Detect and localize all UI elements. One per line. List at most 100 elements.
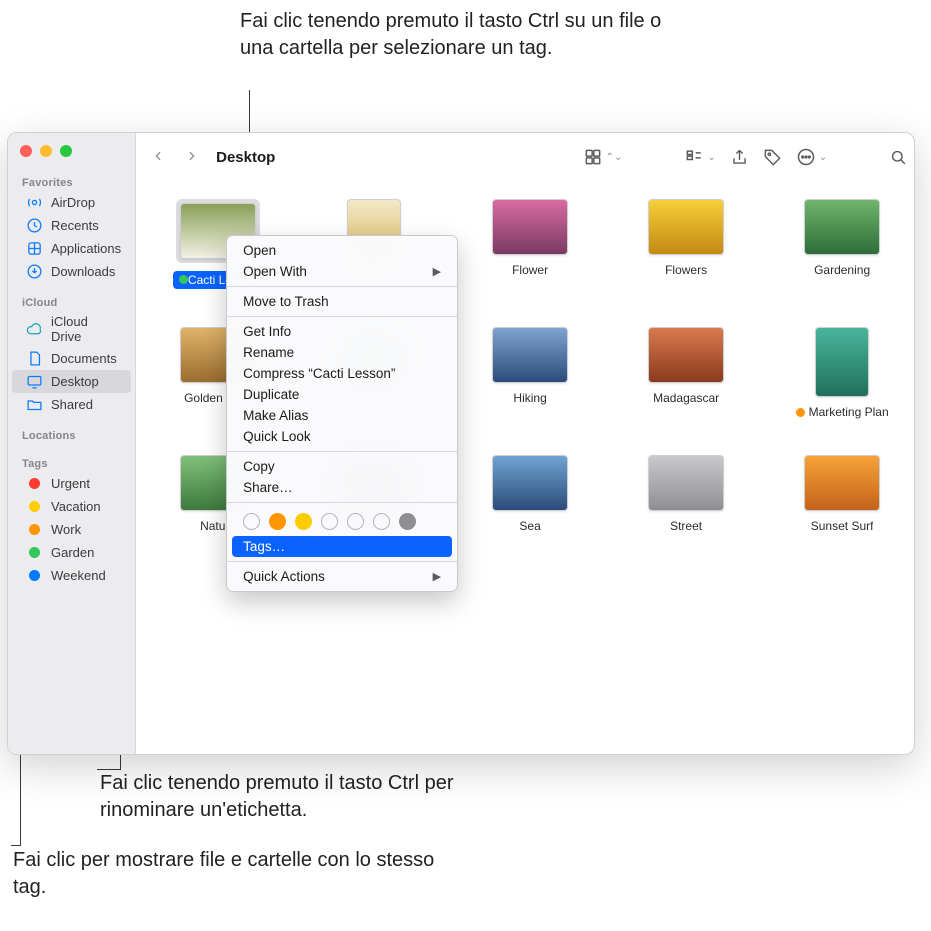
ctx-quick-look[interactable]: Quick Look <box>227 426 457 447</box>
ctx-quick-actions[interactable]: Quick Actions▶ <box>227 566 457 587</box>
finder-window: Favorites AirDrop Recents Applications D… <box>7 132 915 755</box>
grid-view-icon <box>583 147 603 167</box>
ctx-tag-color[interactable] <box>243 513 260 530</box>
zoom-button[interactable] <box>60 145 72 157</box>
tag-dot-icon <box>26 475 43 492</box>
sidebar-item-downloads[interactable]: Downloads <box>12 260 131 283</box>
view-mode-button[interactable]: ⌃⌄ <box>583 147 623 167</box>
ctx-tag-color[interactable] <box>269 513 286 530</box>
separator <box>227 316 457 317</box>
chevron-down-icon: ⌄ <box>707 152 715 163</box>
sidebar: Favorites AirDrop Recents Applications D… <box>8 133 136 754</box>
sidebar-item-label: Garden <box>51 545 94 560</box>
sidebar-tag-garden[interactable]: Garden <box>12 541 131 564</box>
file-thumbnail <box>492 199 568 255</box>
shared-folder-icon <box>26 396 43 413</box>
ellipsis-circle-icon <box>796 147 816 167</box>
minimize-button[interactable] <box>40 145 52 157</box>
file-item[interactable]: Madagascar <box>626 327 746 419</box>
action-menu-button[interactable]: ⌄ <box>796 147 827 167</box>
sidebar-item-desktop[interactable]: Desktop <box>12 370 131 393</box>
forward-button[interactable] <box>185 147 198 168</box>
file-thumbnail <box>804 199 880 255</box>
group-by-button[interactable]: ⌄ <box>684 147 715 167</box>
chevron-updown-icon: ⌃⌄ <box>606 152 623 163</box>
sidebar-item-label: Weekend <box>51 568 106 583</box>
ctx-tag-color[interactable] <box>399 513 416 530</box>
sidebar-item-airdrop[interactable]: AirDrop <box>12 191 131 214</box>
sidebar-item-applications[interactable]: Applications <box>12 237 131 260</box>
ctx-duplicate[interactable]: Duplicate <box>227 384 457 405</box>
sidebar-item-icloud-drive[interactable]: iCloud Drive <box>12 311 131 347</box>
sidebar-item-recents[interactable]: Recents <box>12 214 131 237</box>
ctx-share[interactable]: Share… <box>227 477 457 498</box>
sidebar-tag-urgent[interactable]: Urgent <box>12 472 131 495</box>
ctx-compress[interactable]: Compress “Cacti Lesson” <box>227 363 457 384</box>
tags-button[interactable] <box>763 148 782 167</box>
content-area: Cacti Lesson District Flower Flowers Gar… <box>136 181 915 754</box>
sidebar-item-shared[interactable]: Shared <box>12 393 131 416</box>
callout-line <box>11 845 21 846</box>
download-icon <box>26 263 43 280</box>
file-item[interactable]: Flowers <box>626 199 746 291</box>
file-label: Street <box>670 519 702 533</box>
file-item[interactable]: Sunset Surf <box>782 455 902 533</box>
search-button[interactable] <box>889 148 908 167</box>
ctx-tag-color[interactable] <box>295 513 312 530</box>
desktop-icon <box>26 373 43 390</box>
file-thumbnail <box>804 455 880 511</box>
file-item[interactable]: Sea <box>470 455 590 533</box>
file-item[interactable]: Street <box>626 455 746 533</box>
file-thumbnail <box>648 327 724 383</box>
callout-top: Fai clic tenendo premuto il tasto Ctrl s… <box>240 8 690 62</box>
sidebar-item-label: Desktop <box>51 374 99 389</box>
sidebar-tag-work[interactable]: Work <box>12 518 131 541</box>
tag-dot-icon <box>26 567 43 584</box>
ctx-make-alias[interactable]: Make Alias <box>227 405 457 426</box>
ctx-copy[interactable]: Copy <box>227 456 457 477</box>
ctx-rename[interactable]: Rename <box>227 342 457 363</box>
clock-icon <box>26 217 43 234</box>
sidebar-tag-weekend[interactable]: Weekend <box>12 564 131 587</box>
tag-dot-icon <box>26 544 43 561</box>
tag-dot-icon <box>26 521 43 538</box>
ctx-open[interactable]: Open <box>227 240 457 261</box>
file-item[interactable]: Marketing Plan <box>782 327 902 419</box>
file-item[interactable]: Flower <box>470 199 590 291</box>
file-item[interactable]: Hiking <box>470 327 590 419</box>
ctx-tag-color[interactable] <box>373 513 390 530</box>
sidebar-tag-vacation[interactable]: Vacation <box>12 495 131 518</box>
sidebar-item-label: Vacation <box>51 499 101 514</box>
toolbar: Desktop ⌃⌄ ⌄ ⌄ <box>136 133 915 181</box>
chevron-down-icon: ⌄ <box>819 152 827 163</box>
cloud-icon <box>26 321 43 338</box>
ctx-tag-color[interactable] <box>321 513 338 530</box>
separator <box>227 561 457 562</box>
ctx-tags[interactable]: Tags… <box>232 536 452 557</box>
back-button[interactable] <box>152 147 165 168</box>
share-button[interactable] <box>730 148 749 167</box>
ctx-get-info[interactable]: Get Info <box>227 321 457 342</box>
sidebar-item-label: Recents <box>51 218 99 233</box>
sidebar-section-icloud: iCloud <box>8 291 135 311</box>
ctx-tag-color[interactable] <box>347 513 364 530</box>
ctx-tag-color-row <box>227 507 457 536</box>
ctx-move-to-trash[interactable]: Move to Trash <box>227 291 457 312</box>
file-item[interactable]: Gardening <box>782 199 902 291</box>
sidebar-item-documents[interactable]: Documents <box>12 347 131 370</box>
airdrop-icon <box>26 194 43 211</box>
callout-rename-tag: Fai clic tenendo premuto il tasto Ctrl p… <box>100 770 550 824</box>
sidebar-section-locations: Locations <box>8 424 135 444</box>
sidebar-item-label: Documents <box>51 351 117 366</box>
close-button[interactable] <box>20 145 32 157</box>
sidebar-item-label: Shared <box>51 397 93 412</box>
file-label: Hiking <box>513 391 546 405</box>
chevron-right-icon: ▶ <box>433 265 441 278</box>
file-thumbnail <box>648 199 724 255</box>
ctx-open-with[interactable]: Open With▶ <box>227 261 457 282</box>
tag-dot-icon <box>796 408 805 417</box>
file-label: Sunset Surf <box>811 519 874 533</box>
file-thumbnail <box>815 327 869 397</box>
main-area: Desktop ⌃⌄ ⌄ ⌄ Cacti Less <box>136 133 915 754</box>
file-label: Madagascar <box>653 391 719 405</box>
